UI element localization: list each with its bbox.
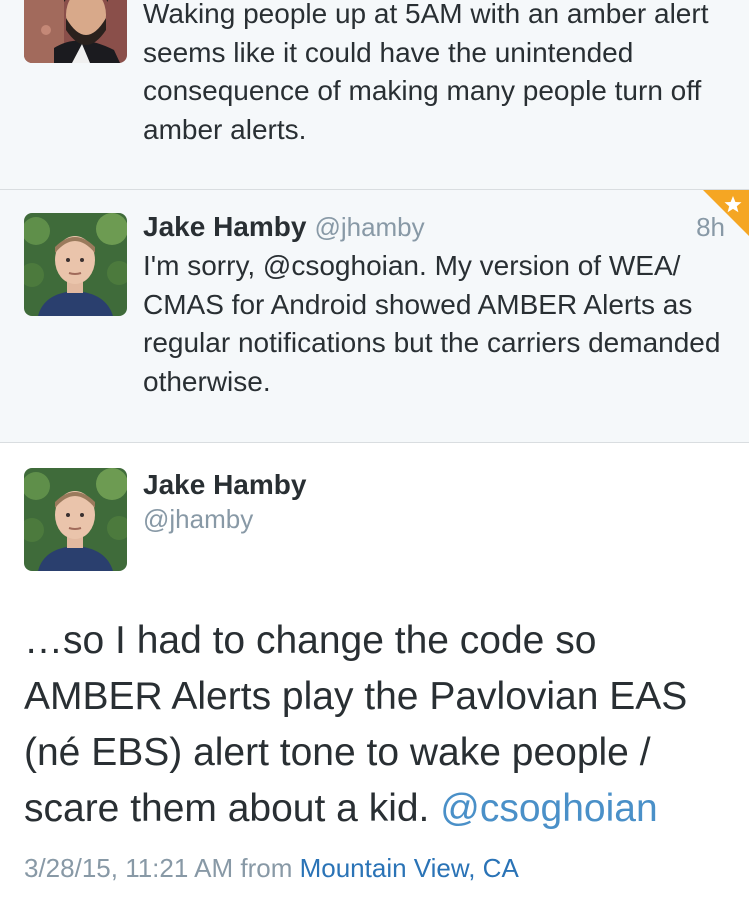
tweet-text: …so I had to change the code so AMBER Al… xyxy=(24,613,724,837)
jake-hamby-avatar-image xyxy=(24,468,127,571)
author-handle[interactable]: @jhamby xyxy=(143,501,253,537)
tweet-text: Waking people up at 5AM with an amber al… xyxy=(143,0,709,145)
tweet-text: I'm sorry, @csoghoian. My version of WEA… xyxy=(143,247,728,401)
bearded-man-avatar-image xyxy=(24,0,127,63)
tweet-timestamp: 3/28/15, 11:21 AM xyxy=(24,853,234,883)
tweet-header: Jake Hamby @jhamby 8h xyxy=(143,208,728,246)
author-name[interactable]: Jake Hamby xyxy=(143,211,306,242)
timeline-tweet[interactable]: Waking people up at 5AM with an amber al… xyxy=(0,0,749,190)
jake-hamby-avatar-image xyxy=(24,213,127,316)
user-avatar[interactable] xyxy=(24,0,127,63)
from-label: from xyxy=(240,853,293,883)
user-avatar[interactable] xyxy=(24,468,127,571)
location-link[interactable]: Mountain View, CA xyxy=(300,853,519,883)
favorite-star-icon xyxy=(703,190,749,236)
timeline-tweet[interactable]: Jake Hamby @jhamby 8h I'm sorry, @csoghoi… xyxy=(0,190,749,443)
author-handle[interactable]: @jhamby xyxy=(314,212,424,242)
tweet-text-content: I'm sorry, @csoghoian. My version of WEA… xyxy=(143,250,721,397)
tweet-meta: 3/28/15, 11:21 AM from Mountain View, CA xyxy=(24,850,519,886)
author-name[interactable]: Jake Hamby xyxy=(143,467,306,503)
mention-link[interactable]: @csoghoian xyxy=(440,787,657,830)
tweet-detail: Jake Hamby @jhamby …so I had to change t… xyxy=(0,443,749,904)
user-avatar[interactable] xyxy=(24,213,127,316)
